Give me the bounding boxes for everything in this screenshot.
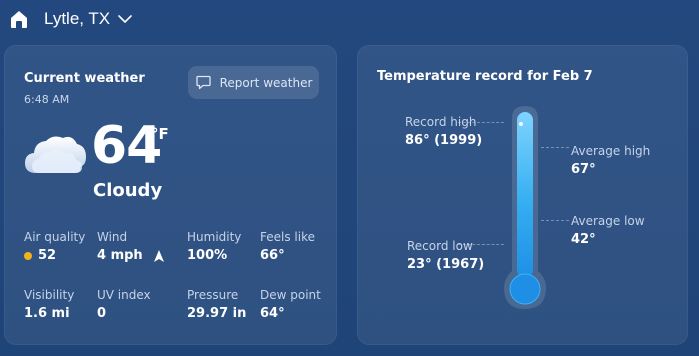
temperature-record-title: Temperature record for Feb 7 [377,69,593,84]
record-high: Record high 86° (1999) [405,115,482,148]
report-weather-label: Report weather [219,75,313,90]
average-high: Average high 67° [571,144,650,177]
record-high-value: 86° (1999) [405,133,483,148]
stat-label: Wind [97,230,128,244]
stat-value: 29.97 in [187,306,247,321]
average-high-marker [541,147,569,148]
top-bar: Lytle, TX [8,6,134,32]
record-low-value: 23° (1967) [407,257,485,272]
average-low: Average low 42° [571,214,645,247]
stat-value: 1.6 mi [24,306,70,321]
stat-dew-point[interactable]: Dew point 64° [260,288,321,321]
average-low-value: 42° [571,232,596,247]
stat-uv-index[interactable]: UV index 0 [97,288,151,321]
report-weather-button[interactable]: Report weather [188,66,319,99]
record-low: Record low 23° (1967) [407,239,484,272]
wind-direction-icon [153,249,165,263]
stat-value: 0 [97,306,107,321]
average-low-label: Average low [571,214,645,228]
temperature-record-card: Temperature record for Feb 7 Record high… [357,45,688,345]
cloud-icon [22,129,88,177]
stat-value: 66° [260,248,285,263]
average-high-label: Average high [571,144,651,158]
stat-label: Pressure [187,288,239,302]
stat-label: Visibility [24,288,75,302]
weather-condition: Cloudy [93,180,163,201]
stat-visibility[interactable]: Visibility 1.6 mi [24,288,74,321]
stat-label: Dew point [260,288,321,302]
record-low-label: Record low [407,239,473,253]
average-low-marker [541,220,569,221]
average-high-value: 67° [571,162,596,177]
chevron-down-icon [116,10,134,28]
location-selector[interactable]: Lytle, TX [44,9,134,29]
stat-label: Humidity [187,230,242,244]
thermometer-icon [500,105,550,311]
stat-wind[interactable]: Wind 4 mph [97,230,165,263]
air-quality-indicator-icon [24,251,32,260]
stat-pressure[interactable]: Pressure 29.97 in [187,288,246,321]
stat-label: Feels like [260,230,315,244]
current-weather-title: Current weather [24,71,145,86]
stat-value: 4 mph [97,248,143,263]
stat-label: UV index [97,288,151,302]
stat-feels-like[interactable]: Feels like 66° [260,230,315,263]
temperature-unit-toggle[interactable]: °F [151,125,169,143]
current-weather-card: Current weather 6:48 AM Report weather 6… [4,45,337,345]
observation-time: 6:48 AM [24,93,70,106]
stat-value: 64° [260,306,285,321]
stat-value: 100% [187,248,228,263]
home-icon[interactable] [8,8,30,30]
location-name: Lytle, TX [44,9,111,28]
chat-bubble-icon [195,74,212,91]
record-high-label: Record high [405,115,477,129]
stat-humidity[interactable]: Humidity 100% [187,230,241,263]
stat-value: 52 [38,248,57,263]
stat-label: Air quality [24,230,86,244]
stat-air-quality[interactable]: Air quality 52 [24,230,85,263]
